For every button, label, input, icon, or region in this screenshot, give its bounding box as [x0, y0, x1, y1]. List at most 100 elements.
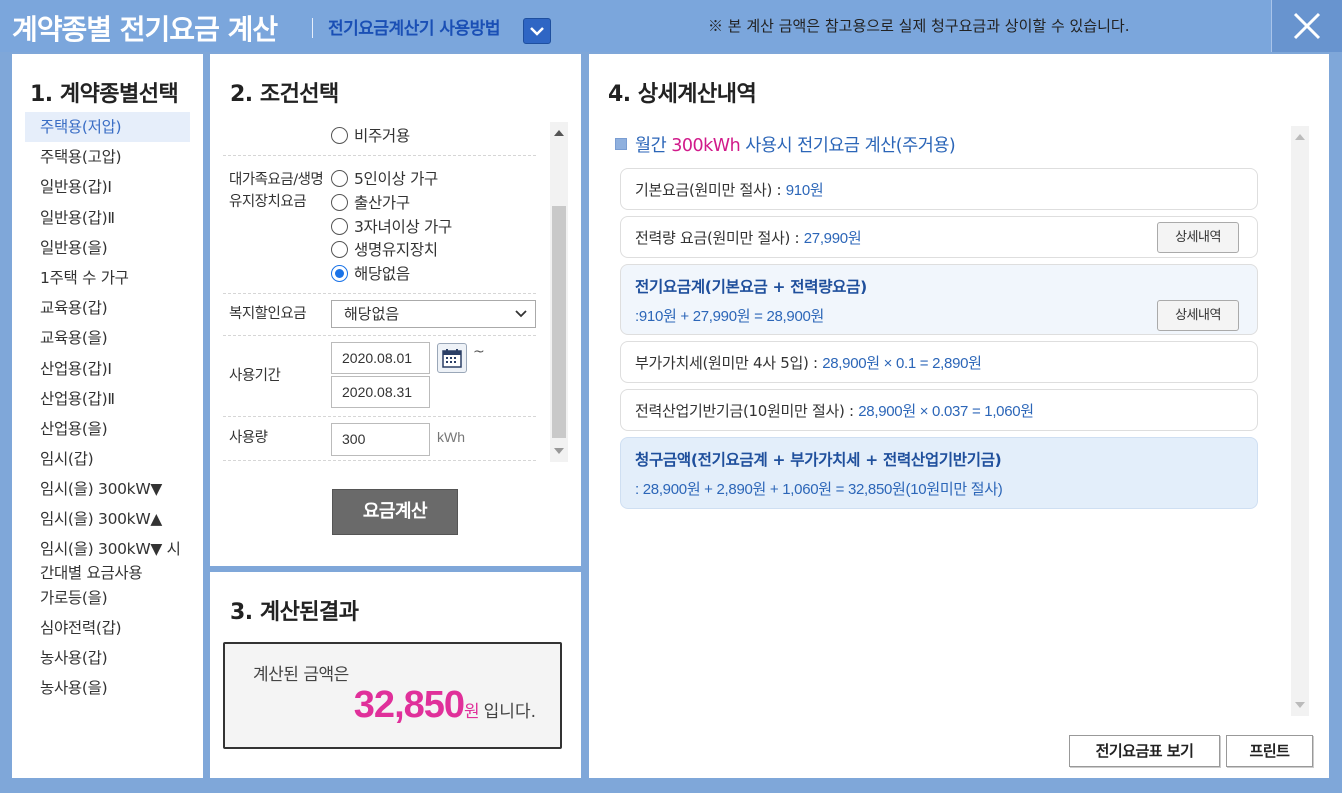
vat-label: 부가가치세(원미만 4사 5입) : [635, 354, 823, 372]
radio-label: 생명유지장치 [354, 241, 438, 259]
base-fee-value: 910원 [785, 182, 824, 199]
subheading-text: 월간 [635, 136, 672, 156]
radio-circle-checked [331, 264, 348, 282]
usage-unit: kWh [437, 429, 465, 445]
contract-type-item[interactable]: 가로등(을) [25, 587, 190, 613]
result-heading: 3. 계산된결과 [230, 600, 359, 625]
contract-type-heading: 1. 계약종별선택 [30, 82, 179, 107]
title-divider [312, 18, 313, 38]
radio-label: 5인이상 가구 [354, 170, 438, 188]
contract-type-item[interactable]: 일반용(을) [25, 233, 190, 263]
contract-type-item[interactable]: 임시(을) 300kW▲ [25, 504, 190, 534]
contract-type-item[interactable]: 주택용(고압) [25, 142, 190, 172]
title-bar: 계약종별 전기요금 계산 전기요금계산기 사용방법 ※ 본 계산 금액은 참고용… [0, 0, 1342, 52]
family-option-3children[interactable]: 3자녀이상 가구 [331, 215, 452, 237]
contract-type-item[interactable]: 일반용(갑)Ⅰ [25, 172, 190, 202]
vat-formula: 28,900원 × 0.1 = 2,890원 [822, 355, 982, 372]
contract-type-item[interactable]: 농사용(갑) [25, 643, 190, 673]
contract-type-item[interactable]: 심야전력(갑) [25, 613, 190, 643]
contract-type-item[interactable]: 산업용(갑)Ⅰ [25, 354, 190, 384]
family-discount-row: 대가족요금/생명유지장치요금 5인이상 가구 출산가구 3자녀이상 가구 생명유… [223, 156, 536, 294]
subtotal-detail-button[interactable]: 상세내역 [1157, 300, 1239, 331]
condition-scroll-area[interactable]: 비주거용 대가족요금/생명유지장치요금 5인이상 가구 출산가구 3자녀이상 가… [223, 122, 568, 462]
subtotal-card: 전기요금계(기본요금 + 전력량요금) :910원 + 27,990원 = 28… [620, 264, 1258, 335]
usage-guide-toggle-button[interactable] [523, 18, 551, 44]
contract-type-item[interactable]: 임시(갑) [25, 444, 190, 474]
contract-type-item[interactable]: 1주택 수 가구 [25, 263, 190, 293]
condition-heading: 2. 조건선택 [230, 82, 339, 107]
usage-period-label: 사용기간 [229, 368, 281, 384]
detail-scrollbar[interactable] [1291, 126, 1309, 716]
detail-panel: 4. 상세계산내역 월간 300kWh 사용시 전기요금 계산(주거용) 기본요… [589, 54, 1329, 778]
fund-line: 전력산업기반기금(10원미만 절사) : 28,900원 × 0.037 = 1… [635, 400, 1034, 421]
energy-detail-button[interactable]: 상세내역 [1157, 222, 1239, 253]
contract-type-item[interactable]: 임시(을) 300kW▼ [25, 474, 190, 504]
usage-amount-label: 사용량 [229, 430, 268, 446]
fund-formula: 28,900원 × 0.037 = 1,060원 [858, 403, 1034, 420]
radio-label: 3자녀이상 가구 [354, 218, 452, 236]
scroll-down-icon[interactable] [1295, 702, 1305, 708]
welfare-discount-label: 복지할인요금 [229, 306, 307, 322]
contract-type-list: 주택용(저압) 주택용(고압) 일반용(갑)Ⅰ 일반용(갑)Ⅱ 일반용(을) 1… [25, 112, 190, 703]
subtotal-title: 전기요금계(기본요금 + 전력량요금) [635, 278, 867, 296]
contract-type-item-selected[interactable]: 주택용(저압) [25, 112, 190, 143]
welfare-select-value: 해당없음 [344, 305, 400, 323]
total-card: 청구금액(전기요금계 + 부가가치세 + 전력산업기반기금) : 28,900원… [620, 437, 1258, 509]
scroll-down-icon[interactable] [554, 448, 564, 454]
welfare-discount-select[interactable]: 해당없음 [331, 300, 536, 328]
chevron-down-icon [530, 27, 544, 36]
result-currency-unit: 원 [464, 702, 480, 722]
vat-line: 부가가치세(원미만 4사 5입) : 28,900원 × 0.1 = 2,890… [635, 352, 982, 373]
subtotal-formula-text: :910원 + 27,990원 = 28,900원 [635, 308, 825, 325]
close-button[interactable] [1271, 0, 1342, 52]
app-title: 계약종별 전기요금 계산 [12, 13, 278, 46]
square-bullet-icon [615, 138, 627, 150]
end-date-input[interactable]: 2020.08.31 [331, 376, 430, 408]
base-fee-card: 기본요금(원미만 절사) : 910원 [620, 168, 1258, 210]
contract-type-item[interactable]: 교육용(갑) [25, 293, 190, 323]
residence-row: 비주거용 [223, 122, 536, 156]
calculate-button[interactable]: 요금계산 [332, 489, 458, 535]
contract-type-item[interactable]: 산업용(을) [25, 414, 190, 444]
subtotal-formula: :910원 + 27,990원 = 28,900원 [635, 305, 824, 326]
total-title: 청구금액(전기요금계 + 부가가치세 + 전력산업기반기금) [635, 451, 1002, 469]
contract-type-item[interactable]: 교육용(을) [25, 323, 190, 353]
energy-fee-line: 전력량 요금(원미만 절사) : 27,990원 [635, 227, 862, 248]
non-residential-radio[interactable]: 비주거용 [331, 124, 410, 146]
family-option-life-support[interactable]: 생명유지장치 [331, 238, 438, 260]
total-formula-text: : 28,900원 + 2,890원 + 1,060원 = 32,850원(10… [635, 481, 1003, 498]
radio-label: 해당없음 [354, 265, 410, 283]
usage-amount-input[interactable]: 300 [331, 423, 430, 456]
family-option-birth[interactable]: 출산가구 [331, 191, 410, 213]
radio-circle [331, 240, 348, 258]
contract-type-item[interactable]: 농사용(을) [25, 673, 190, 703]
calendar-icon [442, 349, 462, 368]
subheading-text: 사용시 전기요금 계산(주거용) [740, 136, 956, 156]
rate-table-button[interactable]: 전기요금표 보기 [1069, 735, 1220, 767]
contract-type-item[interactable]: 산업용(갑)Ⅱ [25, 384, 190, 414]
print-button[interactable]: 프린트 [1226, 735, 1313, 767]
scrollbar-thumb[interactable] [552, 206, 566, 438]
contract-type-item[interactable]: 임시(을) 300kW▼ 시간대별 요금사용 [25, 535, 190, 587]
start-date-input[interactable]: 2020.08.01 [331, 342, 430, 374]
scroll-up-icon[interactable] [1295, 134, 1305, 140]
calendar-button[interactable] [437, 343, 467, 373]
radio-circle [331, 217, 348, 235]
family-option-none[interactable]: 해당없음 [331, 262, 410, 284]
result-label: 계산된 금액은 [253, 665, 349, 685]
detail-scroll-area[interactable]: 월간 300kWh 사용시 전기요금 계산(주거용) 기본요금(원미만 절사) … [613, 126, 1309, 716]
energy-fee-value: 27,990원 [803, 230, 862, 247]
vat-card: 부가가치세(원미만 4사 5입) : 28,900원 × 0.1 = 2,890… [620, 341, 1258, 383]
usage-guide-link[interactable]: 전기요금계산기 사용방법 [328, 14, 500, 39]
fund-label: 전력산업기반기금(10원미만 절사) : [635, 402, 859, 420]
result-suffix: 입니다. [483, 702, 536, 722]
result-amount-line: 32,850원 입니다. [354, 684, 536, 727]
close-icon [1293, 12, 1321, 40]
result-amount: 32,850 [353, 684, 465, 726]
contract-type-item[interactable]: 일반용(갑)Ⅱ [25, 203, 190, 233]
usage-highlight: 300kWh [671, 136, 741, 156]
condition-scrollbar[interactable] [550, 122, 568, 462]
scroll-up-icon[interactable] [554, 130, 564, 136]
radio-label: 출산가구 [354, 194, 410, 212]
family-option-5plus[interactable]: 5인이상 가구 [331, 167, 438, 189]
